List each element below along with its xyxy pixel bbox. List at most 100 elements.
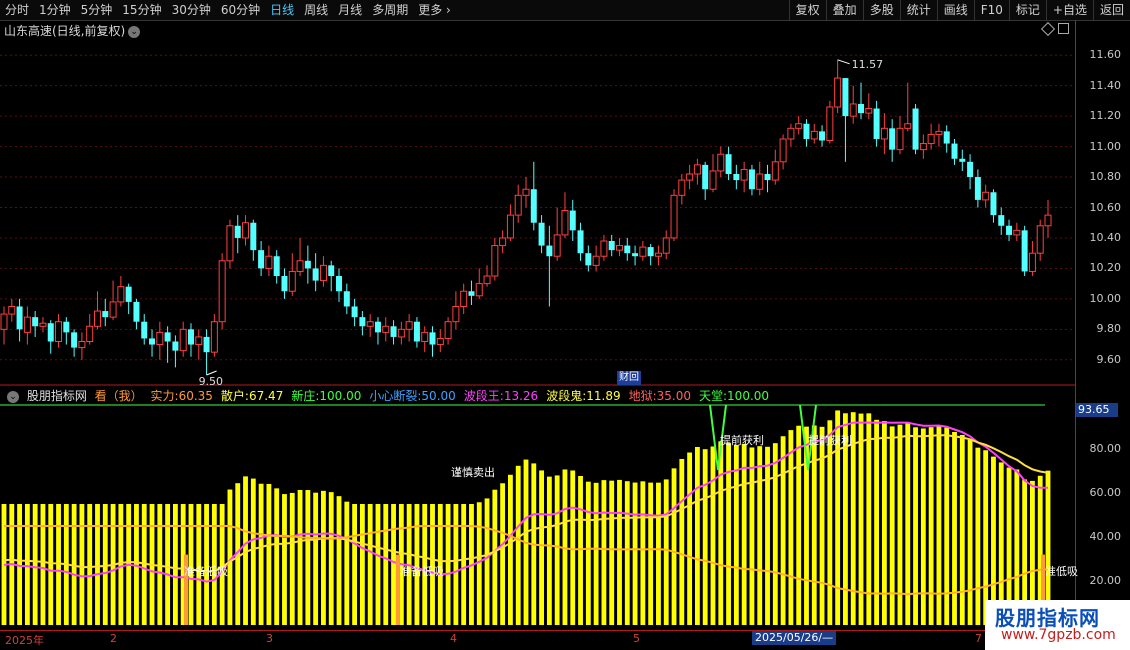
candle-body xyxy=(990,192,997,216)
indicator-bar xyxy=(624,481,630,625)
indicator-bar xyxy=(593,482,599,625)
indicator-bar xyxy=(539,470,544,625)
price-tick: 11.00 xyxy=(1089,139,1122,153)
candle-body xyxy=(164,332,171,342)
toolbar-button-8[interactable]: 返回 xyxy=(1092,0,1130,20)
period-tab-5[interactable]: 60分钟 xyxy=(216,0,265,20)
candle-body xyxy=(312,268,319,281)
candle-body xyxy=(880,127,888,140)
period-tab-4[interactable]: 30分钟 xyxy=(167,0,216,20)
candle-body xyxy=(39,322,47,327)
candle-body xyxy=(514,194,522,216)
indicator-tick: 80.00 xyxy=(1089,442,1122,455)
period-tab-9[interactable]: 多周期 xyxy=(367,0,413,20)
indicator-bar xyxy=(757,446,763,625)
indicator-tick: 40.00 xyxy=(1089,530,1122,543)
period-tab-10[interactable]: 更多 › xyxy=(413,0,456,20)
indicator-bar xyxy=(321,490,326,625)
price-axis: 11.60 11.40 11.20 11.00 10.80 10.60 10.40 10.20… xyxy=(1075,20,1130,630)
indicator-name[interactable]: 股朋指标网 xyxy=(27,389,87,403)
indicator-bar xyxy=(383,504,389,625)
candle-body xyxy=(366,321,374,327)
price-tick: 10.20 xyxy=(1089,261,1122,275)
candle-body xyxy=(125,286,132,302)
candle-body xyxy=(998,215,1005,226)
indicator-tick: 60.00 xyxy=(1089,486,1122,499)
indicator-value: 50.00 xyxy=(421,389,456,403)
caihui-marker[interactable]: 财回 xyxy=(617,371,641,385)
candle-body xyxy=(319,264,327,282)
candle-body xyxy=(834,77,842,108)
candle-body xyxy=(460,290,468,307)
candle-body xyxy=(522,188,530,196)
date-label: 3 xyxy=(266,632,273,645)
date-label: 2 xyxy=(110,632,117,645)
candle-body xyxy=(187,329,194,345)
indicator-bar xyxy=(663,479,669,625)
signal-low-right: 准低吸 xyxy=(1045,565,1078,578)
candle-body xyxy=(826,106,834,141)
candle-body xyxy=(982,191,990,201)
indicator-bar xyxy=(788,430,794,625)
indicator-bar xyxy=(313,492,319,625)
indicator-item-1: 散户:67.47 xyxy=(221,389,287,403)
chevron-right-icon: › xyxy=(442,3,451,17)
toolbar-button-7[interactable]: +自选 xyxy=(1045,0,1093,20)
indicator-label: 实力: xyxy=(150,389,179,403)
indicator-bar xyxy=(24,504,30,625)
candle-body xyxy=(678,179,686,196)
indicator-view: 看（我） xyxy=(94,389,143,403)
candle-body xyxy=(273,256,280,277)
indicator-bar xyxy=(352,504,358,625)
candle-body xyxy=(397,328,405,338)
indicator-item-3: 小心断裂:50.00 xyxy=(369,389,459,403)
candle-body xyxy=(951,143,958,159)
period-tab-6[interactable]: 日线 xyxy=(265,0,299,20)
chevron-down-icon[interactable]: ⌄ xyxy=(7,390,19,403)
indicator-bar xyxy=(328,492,334,625)
indicator-bar xyxy=(772,443,778,625)
period-tab-0[interactable]: 分时 xyxy=(0,0,34,20)
candle-body xyxy=(662,237,670,254)
price-chart[interactable]: 11.579.50 xyxy=(0,20,1075,630)
candle-body xyxy=(795,123,803,129)
indicator-bar xyxy=(733,444,739,625)
toolbar-button-4[interactable]: 画线 xyxy=(936,0,974,20)
indicator-bar xyxy=(570,470,576,625)
candle-body xyxy=(896,127,904,151)
candle-body xyxy=(71,332,78,348)
period-tab-3[interactable]: 15分钟 xyxy=(117,0,166,20)
candle-body xyxy=(632,253,639,257)
period-tab-2[interactable]: 5分钟 xyxy=(76,0,118,20)
indicator-bar xyxy=(48,504,54,625)
price-tick: 11.60 xyxy=(1089,48,1122,62)
candle-body xyxy=(546,245,553,257)
period-tab-7[interactable]: 周线 xyxy=(299,0,333,20)
candle-body xyxy=(359,317,366,327)
candle-body xyxy=(351,306,358,318)
candle-body xyxy=(413,321,420,342)
candle-body xyxy=(858,103,865,114)
toolbar-button-6[interactable]: 标记 xyxy=(1008,0,1046,20)
toolbar-button-0[interactable]: 复权 xyxy=(788,0,826,20)
candle-body xyxy=(23,316,31,333)
indicator-bar xyxy=(344,501,350,625)
candle-body xyxy=(328,265,335,277)
candle-body xyxy=(343,291,350,307)
toolbar-button-2[interactable]: 多股 xyxy=(862,0,900,20)
indicator-bar xyxy=(274,488,280,625)
period-tab-1[interactable]: 1分钟 xyxy=(34,0,76,20)
toolbar-button-1[interactable]: 叠加 xyxy=(825,0,863,20)
indicator-bar xyxy=(578,475,583,625)
toolbar-button-3[interactable]: 统计 xyxy=(899,0,937,20)
toolbar-button-5[interactable]: F10 xyxy=(973,0,1009,20)
candle-body xyxy=(733,174,740,181)
candle-body xyxy=(577,230,584,254)
candle-body xyxy=(405,321,413,330)
signal-profit-1: 提前获利 xyxy=(720,434,764,447)
candle-body xyxy=(717,153,725,172)
indicator-bar xyxy=(609,480,615,625)
indicator-bar xyxy=(461,504,467,625)
indicator-bar xyxy=(546,476,552,625)
period-tab-8[interactable]: 月线 xyxy=(333,0,367,20)
